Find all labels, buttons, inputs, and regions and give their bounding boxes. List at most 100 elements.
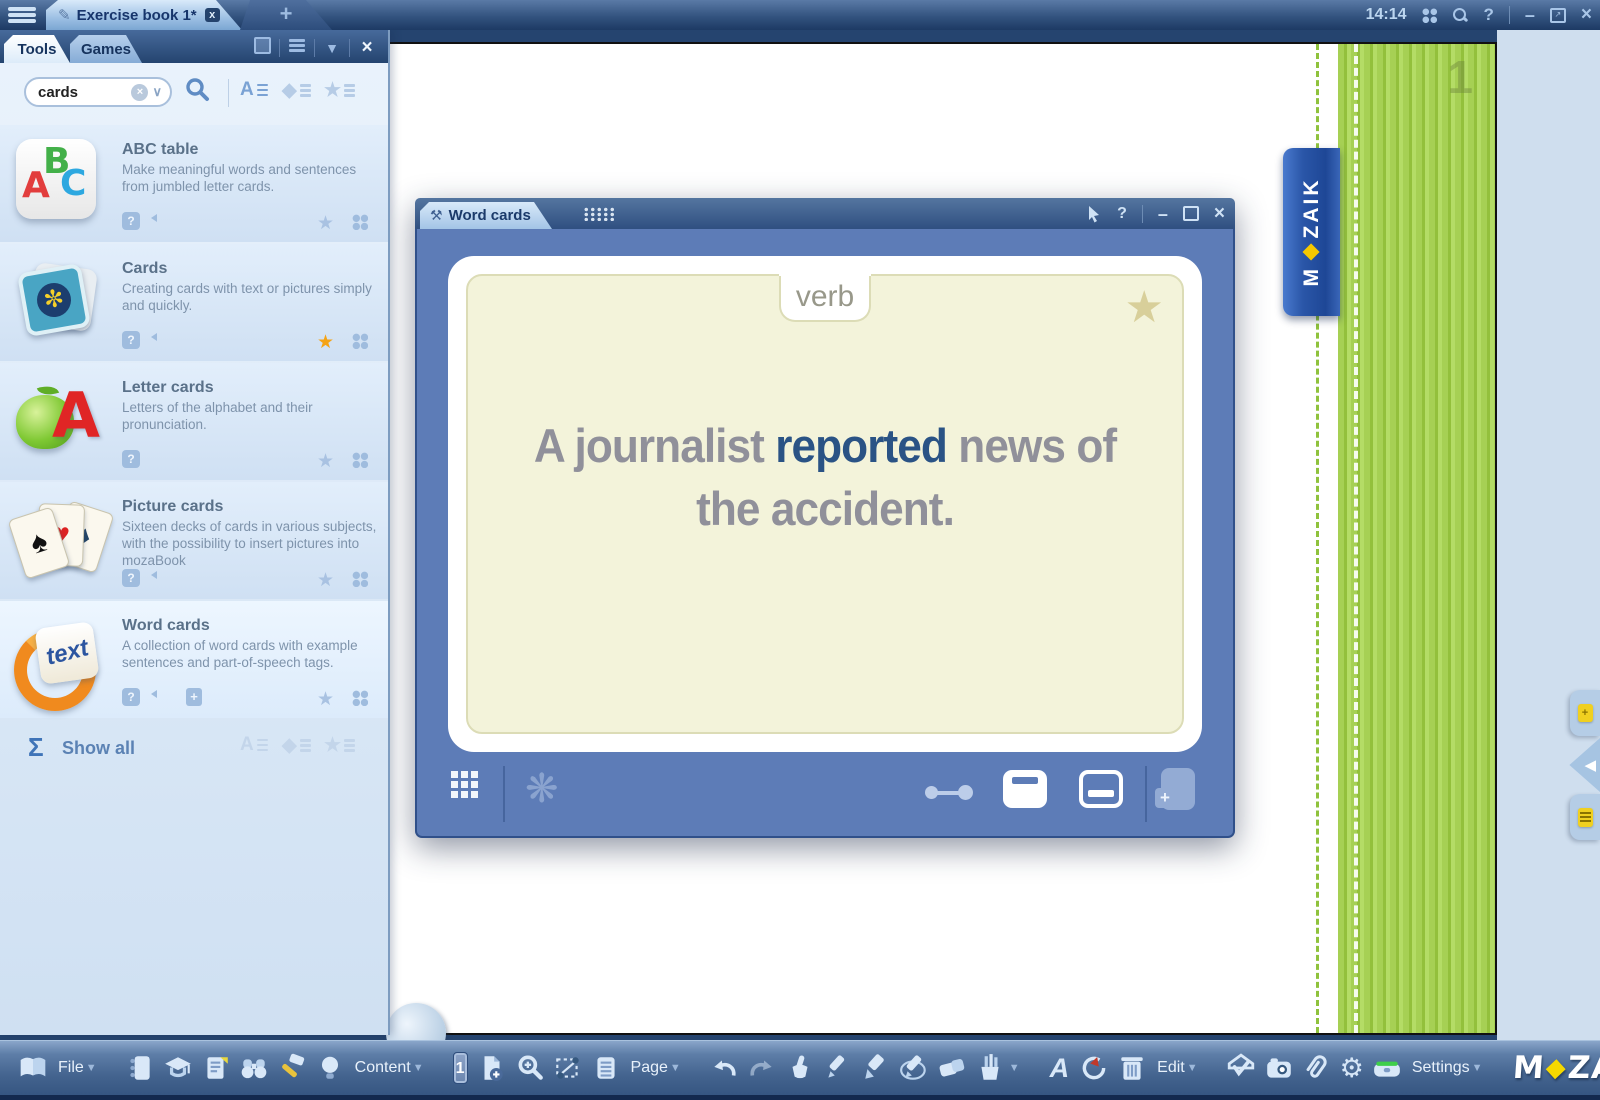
content-caret-icon[interactable]: ▼ [413, 1062, 424, 1074]
deck-grid-icon[interactable] [450, 770, 480, 800]
main-menu-icon[interactable] [8, 5, 36, 25]
favorite-star-icon[interactable]: ★ [317, 212, 334, 235]
pens-caret-icon[interactable]: ▼ [1009, 1062, 1020, 1074]
edit-menu[interactable]: Edit [1157, 1059, 1185, 1077]
clear-search-icon[interactable]: × [131, 84, 148, 101]
tool-item-letter-cards[interactable]: A Letter cards Letters of the alphabet a… [0, 363, 388, 480]
window-help-icon[interactable]: ? [1117, 205, 1127, 223]
panel-close-icon[interactable]: × [350, 37, 384, 59]
favorite-star-icon[interactable]: ★ [317, 688, 334, 711]
search-button[interactable] [184, 76, 210, 107]
page-number-box[interactable]: 1 [454, 1053, 467, 1083]
select-area-icon[interactable] [553, 1053, 583, 1083]
sort-by-favorites-icon[interactable]: ★ [324, 79, 355, 102]
tab-close-icon[interactable]: x [205, 8, 220, 22]
card-front-view-button[interactable] [1003, 770, 1047, 808]
restore-icon[interactable]: ↗ [1550, 8, 1566, 23]
redo-icon[interactable] [747, 1053, 777, 1083]
add-card-icon[interactable] [1161, 768, 1195, 810]
pointer-mode-icon[interactable] [1086, 205, 1102, 223]
tool-item-word-cards[interactable]: text Word cards A collection of word car… [0, 601, 388, 718]
search-icon[interactable] [1452, 7, 1468, 23]
window-close-icon[interactable]: × [1214, 203, 1225, 225]
trash-icon[interactable] [1117, 1053, 1147, 1083]
tool-help-icon[interactable]: ? [122, 331, 140, 349]
search-input[interactable]: cards × ∨ [24, 77, 172, 107]
window-maximize-icon[interactable] [1183, 206, 1199, 221]
search-history-chevron-icon[interactable]: ∨ [152, 84, 162, 100]
tool-help-icon[interactable]: ? [122, 569, 140, 587]
tab-tools[interactable]: Tools [4, 35, 70, 63]
close-icon[interactable]: × [1581, 4, 1592, 26]
card-back-ornament-icon[interactable]: ❋ [525, 766, 559, 812]
new-tab-button[interactable]: + [240, 0, 332, 30]
sort-by-favorites-icon[interactable]: ★ [324, 734, 355, 757]
word-cards-titlebar[interactable]: ⚒ Word cards ? – × [415, 198, 1235, 229]
settings-menu[interactable]: Settings [1412, 1059, 1470, 1077]
idea-bulb-icon[interactable] [315, 1053, 345, 1083]
tool-item-abc-table[interactable]: A B C ABC table Make meaningful words an… [0, 125, 388, 242]
sort-by-type-icon[interactable]: ◆ [282, 79, 311, 102]
tool-add-icon[interactable]: + [186, 688, 202, 706]
collapse-panel-tab[interactable]: ◀ [1566, 738, 1600, 792]
page-edge-green[interactable]: 1 [1338, 44, 1495, 1033]
text-tool-icon[interactable]: A [1050, 1053, 1070, 1084]
page-list-icon[interactable] [591, 1053, 621, 1083]
undo-icon[interactable] [709, 1053, 739, 1083]
add-page-icon[interactable] [477, 1053, 507, 1083]
page-caret-icon[interactable]: ▼ [670, 1062, 681, 1074]
pin-to-grid-icon[interactable] [352, 214, 368, 230]
highlighter-icon[interactable] [861, 1053, 891, 1083]
card-back-view-button[interactable] [1079, 770, 1123, 808]
gear-icon[interactable]: ⚙ [1340, 1053, 1364, 1084]
new-page-edge-tab[interactable]: + [1570, 690, 1600, 736]
paperclip-icon[interactable] [1302, 1053, 1332, 1083]
content-menu[interactable]: Content [355, 1059, 411, 1077]
favorite-star-icon-active[interactable]: ★ [317, 331, 334, 354]
favorite-star-icon[interactable]: ★ [317, 569, 334, 592]
binoculars-icon[interactable] [239, 1053, 269, 1083]
tool-item-picture-cards[interactable]: ♦ ♥ ♠ Picture cards Sixteen decks of car… [0, 482, 388, 599]
pin-to-grid-icon[interactable] [352, 333, 368, 349]
pen-icon[interactable] [823, 1053, 853, 1083]
card-side-toggle[interactable] [925, 784, 973, 800]
camera-icon[interactable] [1264, 1053, 1294, 1083]
window-minimize-icon[interactable]: – [1158, 209, 1168, 219]
pin-to-grid-icon[interactable] [352, 571, 368, 587]
sort-alphabetical-icon[interactable]: A [240, 79, 268, 101]
tool-help-icon[interactable]: ? [122, 450, 140, 468]
file-menu[interactable]: File [58, 1059, 84, 1077]
zoom-icon[interactable] [515, 1053, 545, 1083]
pin-to-grid-icon[interactable] [352, 452, 368, 468]
panel-collapse-icon[interactable]: ▼ [315, 40, 349, 56]
mozaik-ribbon-bookmark[interactable]: M◆ZAIK [1283, 148, 1340, 316]
panel-menu-icon[interactable] [280, 37, 314, 59]
eraser-icon[interactable] [937, 1053, 967, 1083]
graduation-cap-icon[interactable] [163, 1053, 193, 1083]
settings-caret-icon[interactable]: ▼ [1472, 1062, 1483, 1074]
page-menu[interactable]: Page [631, 1059, 668, 1077]
help-icon[interactable]: ? [1483, 5, 1493, 25]
pen-cup-icon[interactable] [975, 1053, 1005, 1083]
card-favorite-star-icon[interactable]: ★ [1125, 282, 1164, 333]
pen-recognition-icon[interactable] [899, 1053, 929, 1083]
lesson-document-icon[interactable] [201, 1053, 231, 1083]
window-drag-grip[interactable] [583, 207, 615, 221]
clipboard-edge-tab[interactable] [1570, 794, 1600, 840]
notebook-icon[interactable] [125, 1053, 155, 1083]
show-all-button[interactable]: Show all [62, 738, 135, 759]
layers-toggle-icon[interactable] [1372, 1053, 1402, 1083]
tool-help-icon[interactable]: ? [122, 688, 140, 706]
sort-by-type-icon[interactable]: ◆ [282, 734, 311, 757]
homework-check-icon[interactable] [1226, 1053, 1256, 1083]
tab-games[interactable]: Games [70, 35, 142, 63]
edit-caret-icon[interactable]: ▼ [1187, 1062, 1198, 1074]
exercise-book-tab[interactable]: ✎ Exercise book 1* x [46, 0, 242, 30]
open-book-icon[interactable] [18, 1053, 48, 1083]
pin-to-grid-icon[interactable] [352, 690, 368, 706]
panel-maximize-icon[interactable] [245, 37, 279, 59]
word-card[interactable]: verb ★ A journalist reported news of the… [448, 256, 1202, 752]
minimize-icon[interactable]: – [1525, 10, 1535, 20]
sort-alphabetical-icon[interactable]: A [240, 734, 268, 756]
hand-pointer-icon[interactable] [785, 1053, 815, 1083]
